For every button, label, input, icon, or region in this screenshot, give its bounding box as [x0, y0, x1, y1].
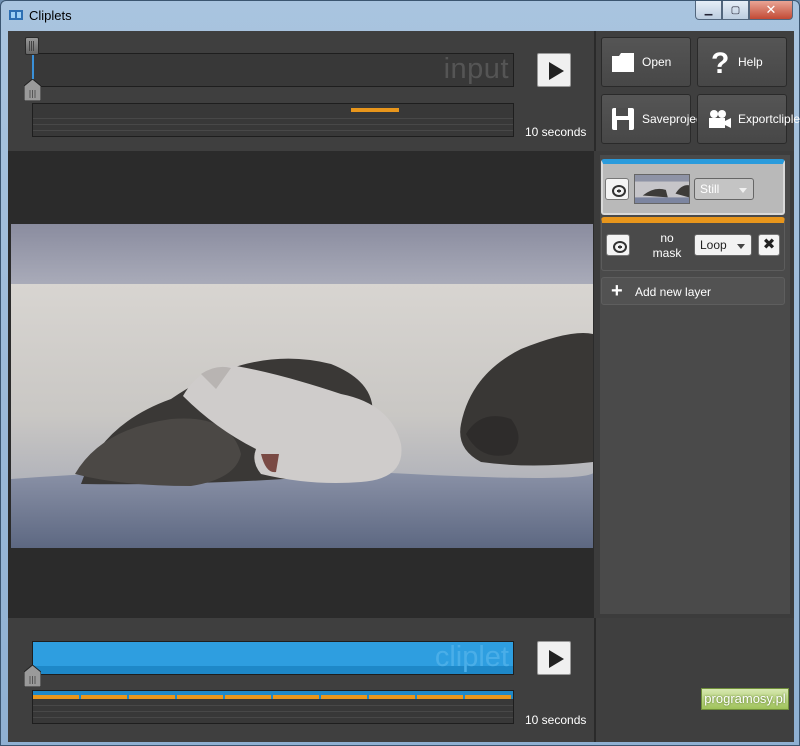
layers-panel: Still no mask Loop ✖ + Add new layer — [596, 151, 794, 618]
layers-list: Still no mask Loop ✖ + Add new layer — [600, 155, 790, 614]
svg-text:?: ? — [711, 48, 729, 76]
layer1-mode-value: Still — [700, 182, 720, 196]
save-project-button[interactable]: Save project — [601, 94, 705, 144]
layer2-mode-value: Loop — [700, 238, 727, 252]
track-gridlines — [33, 705, 513, 723]
help-button-label: Help — [738, 54, 763, 69]
video-preview-area — [8, 151, 594, 618]
bottom-right-panel — [594, 618, 794, 742]
film-app-icon — [9, 10, 23, 20]
layer-loop[interactable]: no mask Loop ✖ — [601, 217, 785, 271]
save-button-label: Save project — [642, 95, 705, 143]
chevron-down-icon — [739, 188, 747, 193]
close-window-button[interactable]: ✕ — [749, 1, 793, 20]
delete-layer-button[interactable]: ✖ — [758, 234, 780, 256]
track-gridlines — [33, 118, 513, 136]
export-label-line2: cliplet — [772, 111, 800, 126]
video-camera-icon — [709, 110, 731, 128]
watermark-badge: programosy.pl — [701, 688, 789, 710]
input-timeline-panel: input 10 seconds — [8, 31, 594, 151]
input-play-button[interactable] — [537, 53, 571, 87]
layer-still[interactable]: Still — [601, 159, 785, 215]
mask-status: no mask — [642, 231, 692, 261]
save-label-line1: Save — [642, 111, 670, 126]
app-window: Cliplets ▁ ▢ ✕ input 10 seconds Open ? H… — [0, 0, 800, 746]
open-button-label: Open — [642, 54, 672, 69]
cliplet-loop-segments — [33, 695, 513, 699]
layer2-mode-dropdown[interactable]: Loop — [694, 234, 752, 256]
add-new-layer-button[interactable]: + Add new layer — [601, 277, 785, 305]
maximize-button[interactable]: ▢ — [722, 1, 749, 20]
cliplet-play-button[interactable] — [537, 641, 571, 675]
input-layer-segment[interactable] — [351, 108, 399, 112]
cliplet-playhead-handle[interactable] — [24, 665, 41, 687]
floppy-disk-icon — [612, 108, 634, 130]
layer-thumbnail — [634, 174, 690, 204]
export-label-line1: Export — [738, 111, 773, 126]
input-range-handle[interactable] — [25, 37, 39, 55]
cliplet-layer-track[interactable] — [32, 690, 514, 724]
mask-label-line2: mask — [652, 246, 682, 260]
help-button[interactable]: ? Help — [697, 37, 787, 87]
cliplet-timeline-panel: cliplet 10 seconds — [8, 618, 594, 742]
cliplet-track-label: cliplet — [434, 641, 509, 673]
export-button-label: Export cliplet — [738, 95, 800, 143]
eye-icon[interactable] — [606, 234, 630, 256]
window-title: Cliplets — [29, 8, 72, 23]
mask-label-line1: no — [660, 231, 674, 245]
input-duration: 10 seconds — [525, 125, 587, 139]
input-track[interactable]: input — [32, 53, 514, 87]
video-frame-sea-lions[interactable] — [11, 224, 593, 548]
chevron-down-icon — [737, 244, 745, 249]
export-cliplet-button[interactable]: Export cliplet — [697, 94, 800, 144]
input-track-label: input — [443, 53, 509, 85]
folder-icon — [612, 53, 634, 72]
cliplet-duration: 10 seconds — [525, 713, 587, 727]
plus-icon: + — [611, 280, 623, 302]
toolbar-panel: Open ? Help Save project Export cliple — [594, 31, 800, 151]
add-layer-label: Add new layer — [635, 285, 712, 299]
input-playhead-handle[interactable] — [24, 79, 41, 101]
question-mark-icon: ? — [711, 48, 729, 76]
layer1-mode-dropdown[interactable]: Still — [694, 178, 754, 200]
cliplet-track[interactable]: cliplet — [32, 641, 514, 675]
open-button[interactable]: Open — [601, 37, 691, 87]
title-bar[interactable]: Cliplets ▁ ▢ ✕ — [1, 1, 799, 31]
input-layer-track[interactable] — [32, 103, 514, 137]
app-client-area: input 10 seconds Open ? Help Save projec… — [8, 31, 800, 742]
eye-icon[interactable] — [605, 178, 629, 200]
minimize-button[interactable]: ▁ — [695, 1, 722, 20]
